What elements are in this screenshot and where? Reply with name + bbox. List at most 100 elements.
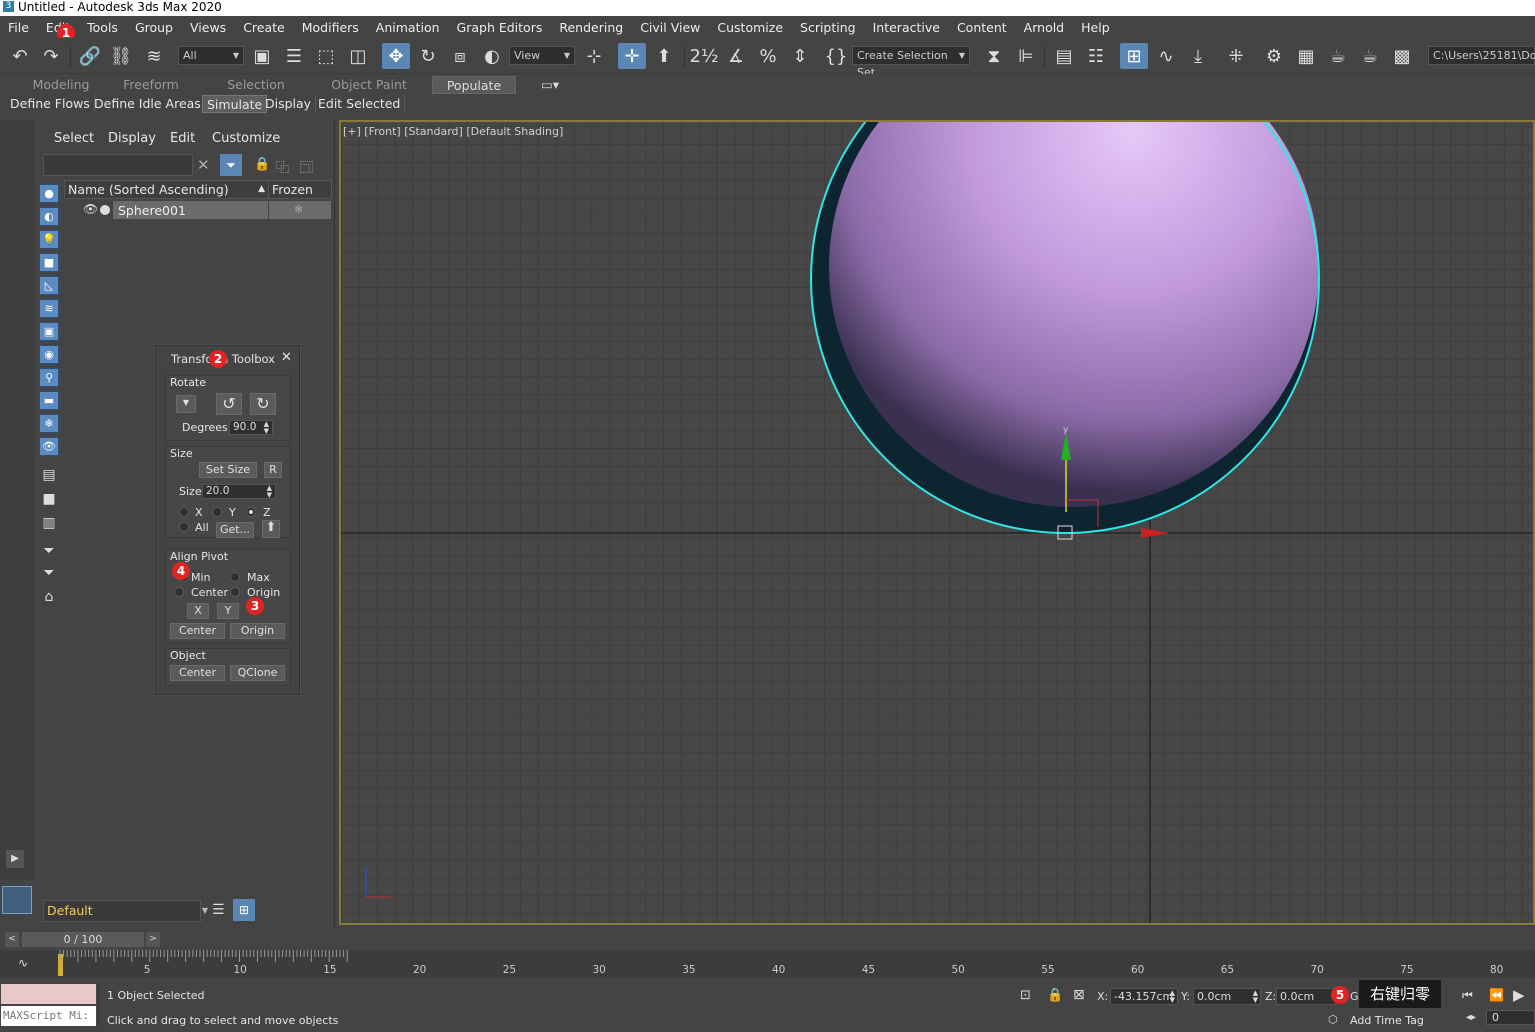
selection-filter-dropdown[interactable]: All ▼: [178, 46, 244, 65]
bones-filter-icon[interactable]: ⚲: [39, 368, 59, 387]
freeze-icon[interactable]: ❄: [294, 203, 303, 216]
spacewarps-filter-icon[interactable]: ≋: [39, 299, 59, 318]
selection-lock-icon[interactable]: 🔒: [1047, 988, 1063, 1003]
radio-all[interactable]: [179, 522, 189, 532]
previous-frame-icon[interactable]: ⏪: [1489, 988, 1504, 1002]
ribbon-tab-object-paint[interactable]: Object Paint: [325, 76, 413, 94]
project-path-field[interactable]: C:\Users\25181\Docu: [1428, 46, 1535, 65]
select-object-icon[interactable]: ▣: [248, 43, 276, 69]
material-editor-icon[interactable]: ⁜: [1222, 43, 1250, 69]
layer-explorer-icon[interactable]: ⊞: [233, 899, 255, 921]
arrow-up-icon[interactable]: ⬆: [262, 520, 280, 538]
rect-selection-icon[interactable]: ⬚: [312, 43, 340, 69]
layer-explorer-icon[interactable]: ☷: [1082, 43, 1110, 69]
size-spinner[interactable]: 20.0 ▲ ▼: [202, 484, 276, 499]
menu-help[interactable]: Help: [1073, 20, 1119, 35]
explorer-tab-customize[interactable]: Customize: [212, 131, 280, 146]
close-icon[interactable]: ✕: [281, 350, 292, 365]
object-qclone-button[interactable]: QClone: [230, 665, 285, 681]
spinner-snap-icon[interactable]: ⇕: [786, 43, 814, 69]
select-scale-icon[interactable]: ⧈: [446, 43, 474, 69]
add-time-tag[interactable]: Add Time Tag: [1350, 1014, 1424, 1027]
menu-views[interactable]: Views: [182, 20, 235, 35]
menu-graph-editors[interactable]: Graph Editors: [449, 20, 552, 35]
clear-search-icon[interactable]: ✕: [197, 156, 210, 174]
rendered-frame-icon[interactable]: ▦: [1292, 43, 1320, 69]
ribbon-options-icon[interactable]: ▭▾: [536, 76, 564, 94]
shapes-filter-icon[interactable]: ◐: [39, 207, 59, 226]
object-center-button[interactable]: Center: [170, 665, 225, 681]
play-icon[interactable]: ▶: [1513, 986, 1525, 1004]
snaps-toggle-icon[interactable]: 2½: [690, 43, 719, 69]
track-bar[interactable]: ∿ 5 10 15 20 25 30 35 40 45 50 55 60 65 70 75 80: [0, 950, 1535, 978]
menu-content[interactable]: Content: [949, 20, 1016, 35]
cameras-filter-icon[interactable]: ■: [39, 253, 59, 272]
window-crossing-icon[interactable]: ◫: [344, 43, 372, 69]
schematic-view-icon[interactable]: ⤓: [1184, 43, 1212, 69]
radio-center[interactable]: [174, 587, 184, 597]
reference-coord-dropdown[interactable]: View ▼: [509, 46, 575, 65]
menu-group[interactable]: Group: [127, 20, 182, 35]
radio-max[interactable]: [230, 572, 240, 582]
menu-customize[interactable]: Customize: [709, 20, 792, 35]
filter-edit-icon[interactable]: ⏷: [39, 541, 59, 560]
display-invert-icon[interactable]: ▥: [39, 513, 59, 532]
subtab-edit-selected[interactable]: Edit Selected: [314, 95, 406, 113]
ribbon-tab-modeling[interactable]: Modeling: [20, 76, 102, 94]
rotate-cw-icon[interactable]: ↻: [250, 393, 276, 415]
r-button[interactable]: R: [264, 462, 282, 478]
object-name[interactable]: Sphere001: [118, 203, 186, 218]
current-frame-field[interactable]: 0: [1486, 1010, 1535, 1025]
angle-snap-icon[interactable]: ∡: [722, 43, 750, 69]
render-production-icon[interactable]: ☕: [1324, 43, 1352, 69]
menu-tools[interactable]: Tools: [79, 20, 127, 35]
tree-icon[interactable]: ⿹: [300, 157, 313, 176]
column-frozen-header[interactable]: Frozen: [268, 180, 332, 199]
subtab-display[interactable]: Display: [261, 95, 317, 113]
curve-editor-mini-icon[interactable]: ∿: [18, 956, 28, 970]
layers-icon[interactable]: ☰: [212, 902, 225, 918]
named-selection-set-dropdown[interactable]: Create Selection Set ▼: [852, 46, 970, 79]
prev-frame-button[interactable]: <: [5, 932, 19, 947]
x-coord-field[interactable]: -43.157cm ▲ ▼: [1110, 988, 1178, 1005]
explorer-tab-display[interactable]: Display: [108, 131, 156, 146]
filter-icon[interactable]: ⏷: [39, 563, 59, 582]
expand-arrow-icon[interactable]: ▶: [6, 850, 24, 868]
degrees-spinner[interactable]: 90.0 ▲ ▼: [229, 420, 273, 435]
containers-filter-icon[interactable]: ▬: [39, 391, 59, 410]
ribbon-tab-freeform[interactable]: Freeform: [110, 76, 192, 94]
curve-editor-icon[interactable]: ∿: [1152, 43, 1180, 69]
percent-snap-icon[interactable]: %: [754, 43, 782, 69]
subtab-simulate[interactable]: Simulate: [202, 95, 268, 113]
column-name-header[interactable]: Name (Sorted Ascending) ▲: [64, 180, 269, 199]
hidden-filter-icon[interactable]: 👁: [39, 437, 59, 456]
gizmo-x-arrow[interactable]: [1141, 528, 1169, 538]
frozen-filter-icon[interactable]: ❄: [39, 414, 59, 433]
rotate-axis-dropdown[interactable]: ▼: [176, 395, 196, 413]
select-rotate-icon[interactable]: ↻: [414, 43, 442, 69]
ribbon-toggle-icon[interactable]: ⊞: [1120, 43, 1148, 69]
display-all-icon[interactable]: ▤: [39, 465, 59, 484]
render-iterative-icon[interactable]: ☕: [1356, 43, 1384, 69]
radio-origin[interactable]: [230, 587, 240, 597]
undo-icon[interactable]: ↶: [6, 43, 34, 69]
menu-modifiers[interactable]: Modifiers: [294, 20, 368, 35]
keyboard-shortcut-icon[interactable]: ⬆: [650, 43, 678, 69]
geometry-filter-icon[interactable]: ●: [39, 184, 59, 203]
edit-named-selection-icon[interactable]: {}: [822, 43, 850, 69]
rotate-ccw-icon[interactable]: ↺: [216, 393, 242, 415]
absolute-mode-icon[interactable]: ⊠: [1073, 987, 1085, 1003]
next-frame-button[interactable]: >: [146, 932, 160, 947]
pivot-y-button[interactable]: Y: [217, 603, 239, 619]
menu-arnold[interactable]: Arnold: [1016, 20, 1073, 35]
y-coord-field[interactable]: 0.0cm ▲ ▼: [1193, 988, 1261, 1005]
render-cloud-icon[interactable]: ▩: [1388, 43, 1416, 69]
place-icon[interactable]: ◐: [478, 43, 506, 69]
lights-filter-icon[interactable]: 💡: [39, 230, 59, 249]
time-slider[interactable]: < 0 / 100 >: [0, 930, 1535, 950]
get-button[interactable]: Get...: [216, 522, 254, 538]
helpers-filter-icon[interactable]: ◺: [39, 276, 59, 295]
menu-civil-view[interactable]: Civil View: [632, 20, 709, 35]
lock-icon[interactable]: 🔒: [254, 157, 270, 172]
menu-animation[interactable]: Animation: [368, 20, 449, 35]
